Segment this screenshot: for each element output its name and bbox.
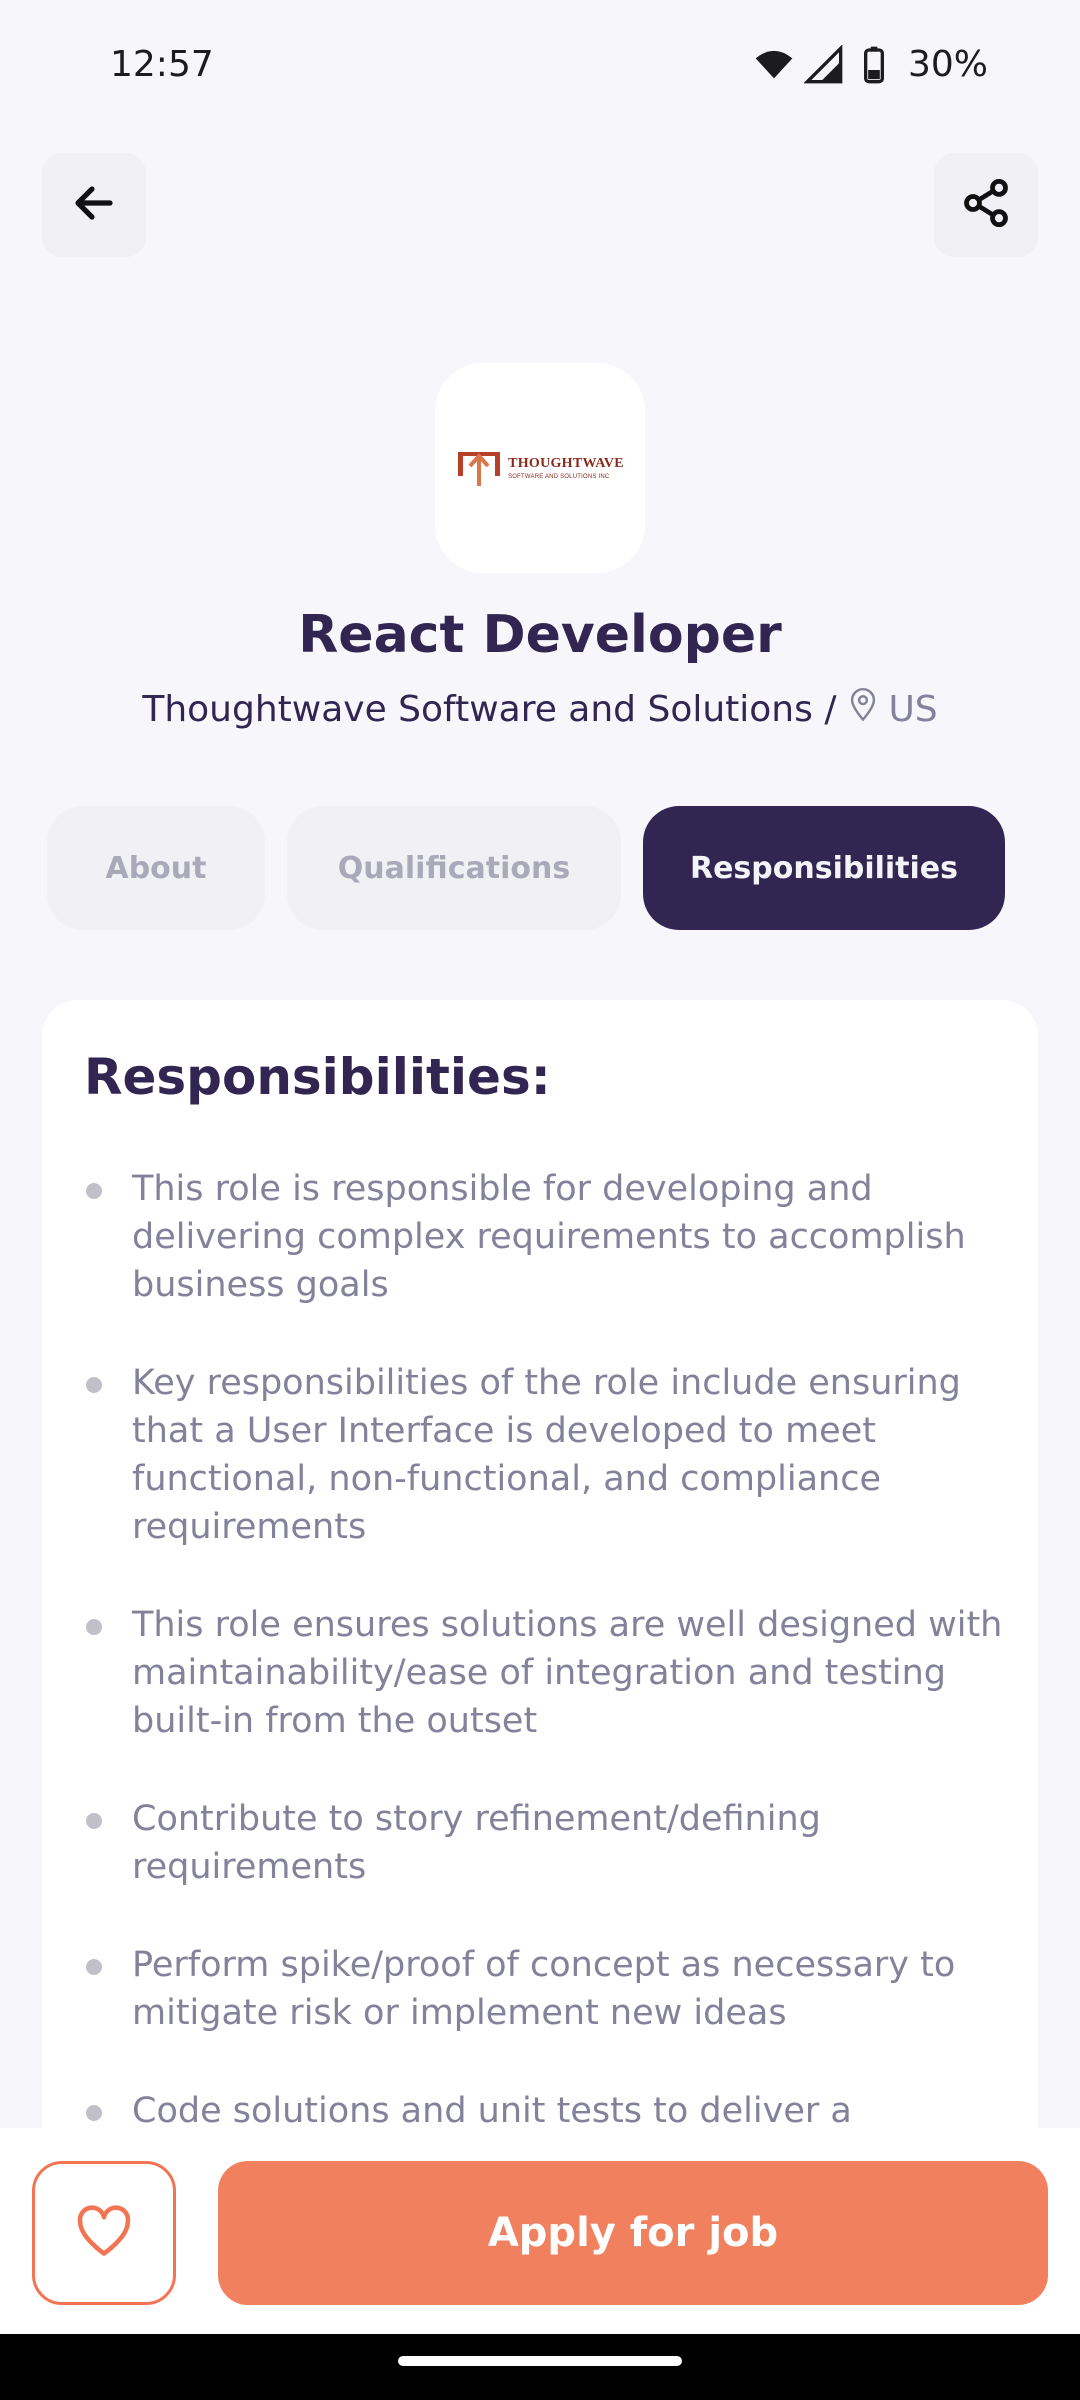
back-button[interactable] bbox=[42, 153, 146, 257]
list-item: Key responsibilities of the role include… bbox=[84, 1359, 1024, 1551]
list-item: This role is responsible for developing … bbox=[84, 1165, 1024, 1309]
responsibilities-list: This role is responsible for developing … bbox=[84, 1165, 1024, 2185]
favorite-button[interactable] bbox=[32, 2161, 176, 2305]
arrow-left-icon bbox=[70, 179, 118, 231]
tab-responsibilities[interactable]: Responsibilities bbox=[643, 806, 1005, 930]
job-location: US bbox=[848, 688, 938, 731]
job-title: React Developer bbox=[298, 605, 782, 665]
status-bar: 12:57 30% bbox=[0, 0, 1080, 130]
list-item: This role ensures solutions are well des… bbox=[84, 1601, 1024, 1745]
heart-icon bbox=[74, 2201, 134, 2265]
status-time: 12:57 bbox=[110, 44, 214, 85]
battery-percent: 30% bbox=[907, 44, 988, 85]
apply-button[interactable]: Apply for job bbox=[218, 2161, 1048, 2305]
share-button[interactable] bbox=[934, 153, 1038, 257]
company-logo-mark: THOUGHTWAVE SOFTWARE AND SOLUTIONS INC bbox=[456, 448, 624, 488]
signal-icon bbox=[803, 43, 844, 85]
tab-qualifications[interactable]: Qualifications bbox=[287, 806, 621, 930]
home-gesture-handle[interactable] bbox=[398, 2356, 682, 2366]
list-item: Perform spike/proof of concept as necess… bbox=[84, 1941, 1024, 2037]
job-details-screen: 12:57 30% THOUGHTWAVE SOFTWARE AND SOLUT… bbox=[0, 0, 1080, 2400]
logo-wordmark: THOUGHTWAVE bbox=[508, 455, 624, 471]
battery-icon bbox=[854, 45, 894, 85]
location-pin-icon bbox=[848, 688, 878, 731]
list-item: Contribute to story refinement/defining … bbox=[84, 1795, 1024, 1891]
thoughtwave-logo-icon bbox=[458, 452, 501, 486]
company-logo: THOUGHTWAVE SOFTWARE AND SOLUTIONS INC bbox=[435, 363, 645, 573]
section-title: Responsibilities: bbox=[84, 1048, 551, 1106]
system-nav-bar bbox=[0, 2334, 1080, 2400]
location-text: US bbox=[888, 689, 938, 730]
job-subtitle: Thoughtwave Software and Solutions / US bbox=[0, 688, 1080, 731]
company-name: Thoughtwave Software and Solutions / bbox=[142, 689, 837, 730]
logo-tagline: SOFTWARE AND SOLUTIONS INC bbox=[508, 473, 610, 480]
footer-bar: Apply for job bbox=[0, 2128, 1080, 2334]
responsibilities-card[interactable]: Responsibilities: This role is responsib… bbox=[42, 1000, 1038, 2200]
wifi-icon bbox=[754, 45, 794, 85]
share-icon bbox=[960, 177, 1012, 233]
tab-about[interactable]: About bbox=[47, 806, 265, 930]
status-icons: 30% bbox=[754, 43, 988, 85]
